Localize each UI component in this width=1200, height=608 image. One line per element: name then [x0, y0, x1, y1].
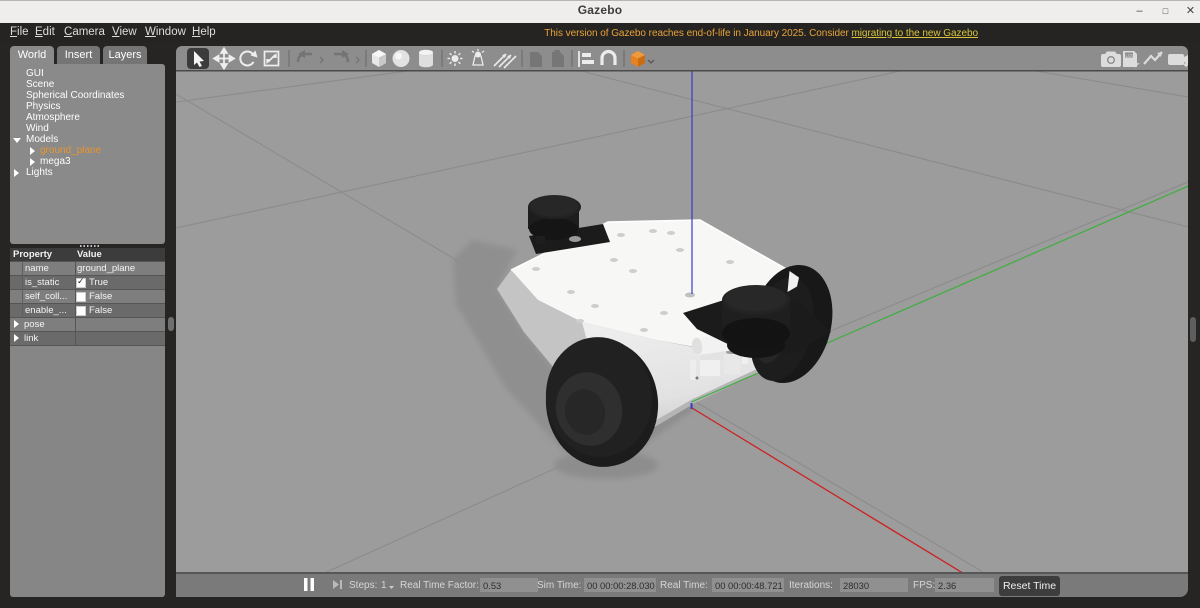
svg-text:LOG: LOG — [1126, 53, 1136, 58]
